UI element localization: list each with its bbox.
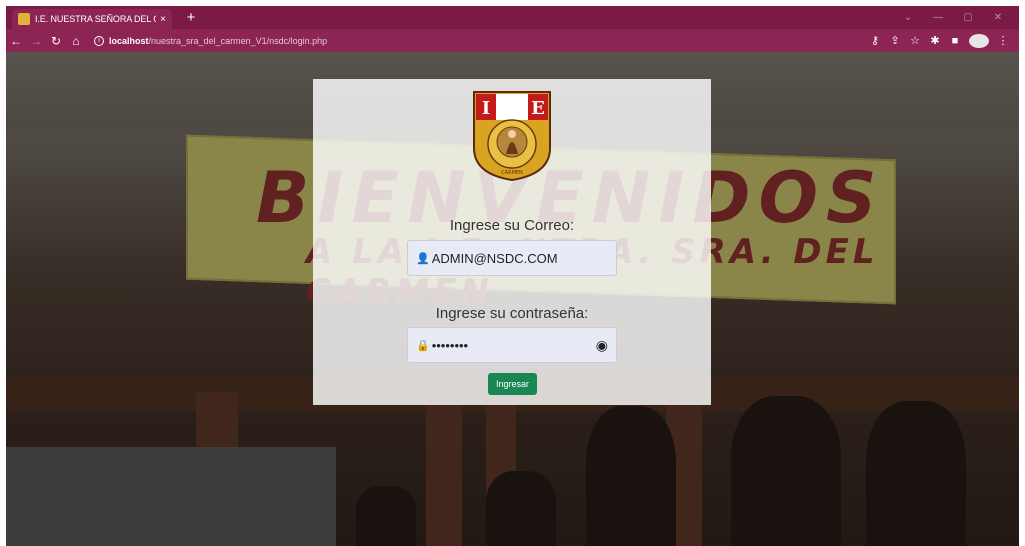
address-bar[interactable]: i localhost/nuestra_sra_del_carmen_V1/ns… — [94, 32, 865, 50]
school-favicon-icon — [18, 13, 30, 25]
lock-icon: 🔒 — [416, 339, 430, 352]
back-icon[interactable]: ← — [6, 34, 26, 48]
forward-icon[interactable]: → — [26, 34, 46, 48]
crest-letter-i: I — [482, 98, 490, 119]
site-info-icon[interactable]: i — [94, 35, 104, 46]
minimize-icon[interactable]: — — [923, 12, 953, 23]
window-controls: ⌄ — ▢ ✕ — [893, 6, 1013, 29]
tab-search-icon[interactable]: ⌄ — [893, 12, 923, 23]
close-window-icon[interactable]: ✕ — [983, 12, 1013, 23]
key-icon[interactable]: ⚷ — [865, 34, 885, 47]
extensions-icon[interactable]: ✱ — [925, 34, 945, 47]
url-host: localhost — [109, 35, 149, 46]
tab-title: I.E. NUESTRA SEÑORA DEL CARM — [35, 14, 156, 24]
email-input[interactable] — [431, 250, 608, 266]
profile-avatar[interactable] — [969, 33, 989, 48]
star-icon[interactable]: ☆ — [905, 34, 925, 47]
login-card: I E CARMEN Ingrese su Correo: 👤 Ingrese … — [313, 79, 711, 405]
new-tab-button[interactable]: + — [182, 9, 200, 27]
page-viewport: BIENVENIDOS A LA I.E. NTRA. SRA. DEL CAR… — [6, 52, 1019, 546]
share-icon[interactable]: ⇪ — [885, 34, 905, 47]
maximize-icon[interactable]: ▢ — [953, 12, 983, 23]
tab-login[interactable]: I.E. NUESTRA SEÑORA DEL CARM × — [12, 9, 172, 29]
password-field-wrapper[interactable]: 🔒 ◉ — [407, 327, 617, 363]
toolbar-icons: ⚷ ⇪ ☆ ✱ ■ ⋮ — [865, 33, 1013, 48]
crest-letter-e: E — [531, 98, 545, 119]
tab-close-icon[interactable]: × — [160, 14, 166, 25]
crest-text: CARMEN — [501, 170, 523, 176]
show-password-eye-icon[interactable]: ◉ — [596, 337, 608, 354]
side-panel-icon[interactable]: ■ — [945, 35, 965, 47]
password-label: Ingrese su contraseña: — [435, 305, 589, 322]
url-path: /nuestra_sra_del_carmen_V1/nsdc/login.ph… — [148, 35, 328, 46]
reload-icon[interactable]: ↻ — [46, 34, 66, 48]
password-input[interactable] — [431, 337, 596, 353]
menu-icon[interactable]: ⋮ — [993, 34, 1013, 47]
browser-window: I.E. NUESTRA SEÑORA DEL CARM × + ⌄ — ▢ ✕… — [6, 6, 1019, 546]
home-icon[interactable]: ⌂ — [66, 34, 86, 48]
school-crest-logo: I E CARMEN — [473, 91, 551, 182]
login-submit-button[interactable]: Ingresar — [488, 373, 537, 395]
browser-toolbar: ← → ↻ ⌂ i localhost/nuestra_sra_del_carm… — [6, 29, 1019, 52]
email-field-wrapper[interactable]: 👤 — [407, 240, 617, 276]
user-icon: 👤 — [416, 252, 430, 265]
email-label: Ingrese su Correo: — [449, 217, 575, 234]
tab-strip: I.E. NUESTRA SEÑORA DEL CARM × + ⌄ — ▢ ✕ — [6, 6, 1019, 29]
